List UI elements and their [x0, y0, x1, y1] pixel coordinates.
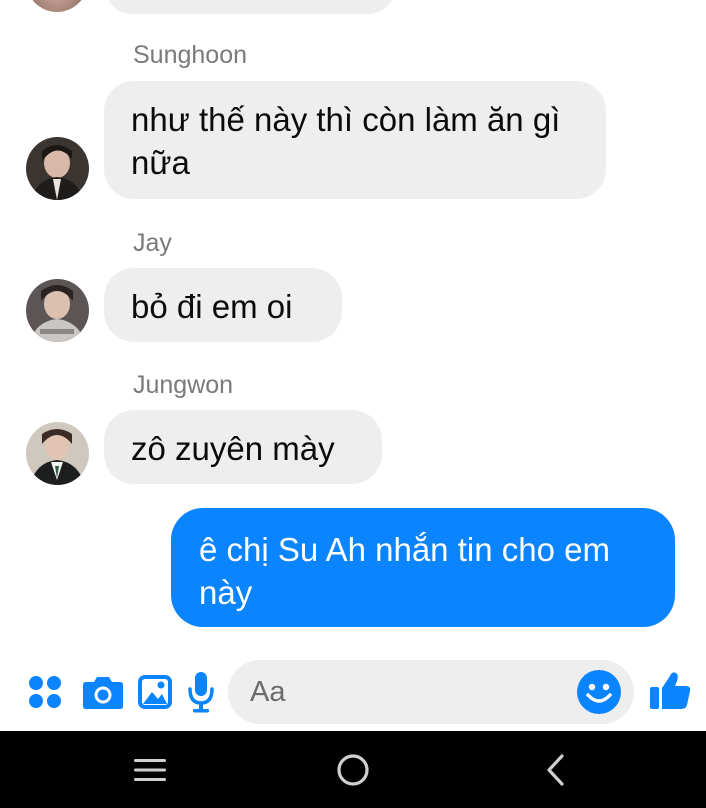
home-icon[interactable] [333, 749, 373, 791]
message-text: zô zuyên mày [131, 430, 335, 467]
message-bubble[interactable]: bỏ đi em oi [104, 268, 342, 342]
jungwon-avatar[interactable] [26, 422, 89, 485]
sender-name: Jungwon [133, 371, 234, 399]
message-input[interactable] [250, 676, 550, 709]
message-input-container[interactable] [228, 660, 634, 724]
previous-message-bubble[interactable] [105, 0, 395, 14]
message-text: bỏ đi em oi [131, 288, 293, 325]
message-bubble[interactable]: zô zuyên mày [104, 410, 382, 484]
previous-avatar [26, 0, 88, 12]
microphone-icon[interactable] [186, 669, 216, 715]
emoji-icon[interactable] [576, 669, 622, 715]
my-message-bubble[interactable]: ê chị Su Ah nhắn tin cho em này [171, 508, 675, 627]
camera-icon[interactable] [82, 669, 124, 715]
sender-name: Sunghoon [133, 41, 248, 69]
message-text: như thế này thì còn làm ăn gì nữa [131, 101, 561, 181]
jay-avatar[interactable] [26, 279, 89, 342]
apps-icon[interactable] [26, 669, 64, 715]
thumbs-up-icon[interactable] [648, 667, 692, 713]
message-bubble[interactable]: như thế này thì còn làm ăn gì nữa [104, 81, 606, 199]
recent-apps-icon[interactable] [130, 749, 170, 791]
message-text: ê chị Su Ah nhắn tin cho em này [199, 531, 610, 611]
message-composer [0, 655, 706, 731]
message-list: Sunghoon như thế này thì còn làm ăn gì n… [0, 0, 706, 650]
sunghoon-avatar[interactable] [26, 137, 89, 200]
system-navigation-bar [0, 731, 706, 808]
gallery-icon[interactable] [136, 669, 174, 715]
sender-name: Jay [133, 229, 172, 257]
back-icon[interactable] [540, 749, 570, 791]
